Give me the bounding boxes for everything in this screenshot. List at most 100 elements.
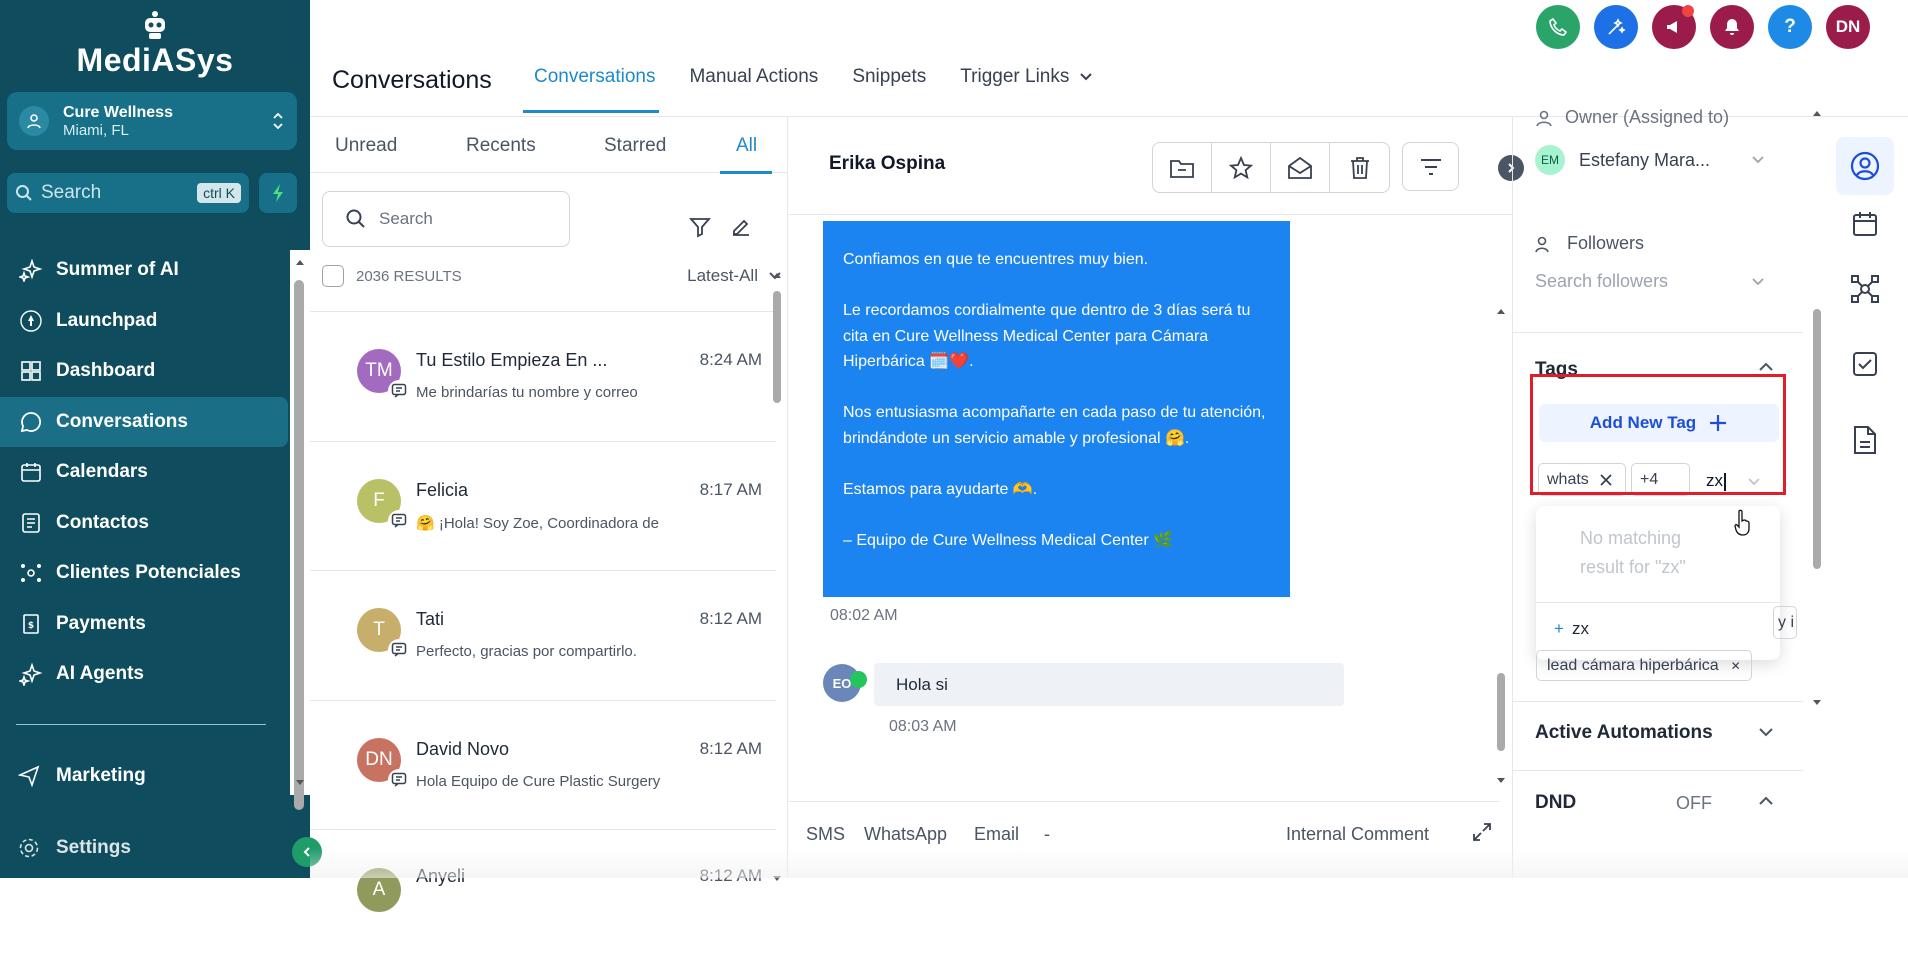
chat-filter-button[interactable] [1402,142,1459,191]
bell-icon [1722,17,1742,37]
calendar-icon [18,459,44,485]
magic-wand-button[interactable] [1594,5,1638,49]
tag-chip[interactable]: lead cámara hiperbárica ✕ [1536,650,1752,681]
select-all-checkbox[interactable] [322,265,344,287]
chat-contact-name: Erika Ospina [829,153,946,174]
list-filters: Unread Recents Starred All [310,117,787,173]
folder-button[interactable] [1153,143,1212,192]
followers-select[interactable]: Search followers [1535,271,1765,292]
contact-icon [1849,150,1881,182]
conversation-items: TM Tu Estilo Empieza En ... 8:24 AM Me b… [310,311,776,959]
rail-calendar-button[interactable] [1836,195,1894,253]
rail-contact-button[interactable] [1836,137,1894,195]
filter-starred[interactable]: Starred [604,135,666,157]
top-header: Conversations Conversations Manual Actio… [310,0,1908,117]
filter-funnel-icon[interactable] [688,215,712,239]
announcements-button[interactable] [1652,5,1696,49]
sidebar-item-settings[interactable]: Settings [0,826,290,870]
sidebar-item-contactos[interactable]: Contactos [0,498,290,549]
sort-dropdown[interactable]: Latest-All [687,266,782,286]
incoming-avatar: EO [823,664,867,702]
calendar-icon [1851,210,1879,238]
conversation-search-input[interactable]: Search [322,191,570,247]
conversation-item[interactable]: TM Tu Estilo Empieza En ... 8:24 AM Me b… [310,311,776,441]
list-scrollbar[interactable] [769,267,785,887]
sidebar-item-payments[interactable]: $ Payments [0,599,290,650]
rail-network-button[interactable] [1836,260,1894,318]
owner-select[interactable]: EM Estefany Mara... [1535,145,1765,175]
message-snippet: Me brindarías tu nombre y correo [416,384,638,401]
results-bar: 2036 RESULTS Latest-All [322,265,782,287]
filter-recents[interactable]: Recents [466,135,536,157]
chat-scrollbar[interactable] [1493,303,1509,789]
star-button[interactable] [1212,143,1271,192]
sparkle-icon [18,257,44,283]
message-channel-icon [388,639,410,661]
composer-tab-sms[interactable]: SMS [806,824,845,845]
sidebar-item-dashboard[interactable]: Dashboard [0,346,290,397]
right-rail [1826,117,1908,878]
header-actions: ? DN [1522,5,1870,49]
tag-chip[interactable]: y i [1773,606,1797,639]
sidebar-item-label: Conversations [56,410,188,432]
user-avatar[interactable]: DN [1826,5,1870,49]
rail-tasks-button[interactable] [1836,335,1894,393]
composer-tab-whatsapp[interactable]: WhatsApp [864,824,947,845]
document-icon [1852,425,1878,455]
incoming-time: 08:03 AM [889,718,957,735]
tab-manual-actions[interactable]: Manual Actions [689,66,818,88]
rail-notes-button[interactable] [1836,411,1894,469]
expand-icon[interactable] [1472,822,1492,842]
sidebar-item-conversations[interactable]: Conversations [0,396,288,447]
tab-conversations[interactable]: Conversations [534,66,655,88]
active-automations-heading[interactable]: Active Automations [1535,722,1713,744]
incoming-message: Hola si [874,663,1344,706]
sidebar-item-ai-agents[interactable]: AI Agents [0,649,290,700]
sidebar-item-marketing[interactable]: Marketing [0,754,290,798]
compose-icon[interactable] [729,215,753,239]
panel-scrollbar[interactable] [1809,111,1825,878]
dnd-heading: DND [1535,792,1577,813]
sparkle-icon [18,661,44,687]
conversation-item[interactable]: T Tati 8:12 AM Perfecto, gracias por com… [310,570,776,700]
notifications-button[interactable] [1710,5,1754,49]
sidebar-item-launchpad[interactable]: Launchpad [0,296,290,347]
filter-all[interactable]: All [736,135,757,157]
conversation-item[interactable]: DN David Novo 8:12 AM Hola Equipo de Cur… [310,699,776,830]
sidebar-item-clientes-potenciales[interactable]: Clientes Potenciales [0,548,290,599]
sidebar-item-summer-of-ai[interactable]: Summer of AI [0,245,290,296]
message-time: 8:12 AM [699,866,762,885]
chevron-updown-icon [271,110,285,132]
delete-button[interactable] [1330,143,1389,192]
chevron-up-icon[interactable] [1758,361,1774,373]
outgoing-message: Confiamos en que te encuentres muy bien.… [823,221,1290,597]
mark-read-button[interactable] [1271,143,1330,192]
phone-button[interactable] [1536,5,1580,49]
sidebar-item-calendars[interactable]: Calendars [0,447,290,498]
active-tab-indicator [523,110,659,113]
message-line: – Equipo de Cure Wellness Medical Center… [843,531,1174,549]
message-time: 8:12 AM [699,738,762,758]
composer-tab-email[interactable]: Email [974,824,1019,845]
sidebar-item-label: Contactos [56,511,149,533]
conversation-item[interactable]: F Felicia 8:17 AM 🤗 ¡Hola! Soy Zoe, Coor… [310,440,776,571]
filter-unread[interactable]: Unread [335,135,397,157]
send-icon [18,765,44,787]
location-switcher[interactable]: Cure Wellness Miami, FL [7,92,297,150]
message-channel-icon [388,509,410,532]
tab-trigger-links[interactable]: Trigger Links [960,66,1093,88]
sidebar-search[interactable]: Search ctrl K [7,173,249,213]
chat-actions [1152,142,1390,193]
sidebar-scrollbar[interactable] [290,250,310,810]
help-button[interactable]: ? [1768,5,1812,49]
chevron-up-icon[interactable] [1758,795,1774,807]
chevron-down-icon[interactable] [1758,726,1774,738]
sidebar-search-placeholder: Search [41,182,102,203]
composer-tab-internal-comment[interactable]: Internal Comment [1286,824,1429,845]
close-icon[interactable]: ✕ [1731,659,1741,673]
tab-snippets[interactable]: Snippets [852,66,926,88]
tag-chip-label: lead cámara hiperbárica [1547,656,1719,674]
quick-action-button[interactable] [259,173,297,213]
conversation-item[interactable]: A Anyeli 8:12 AM [310,829,776,959]
create-tag-option[interactable]: + zx [1554,619,1589,639]
